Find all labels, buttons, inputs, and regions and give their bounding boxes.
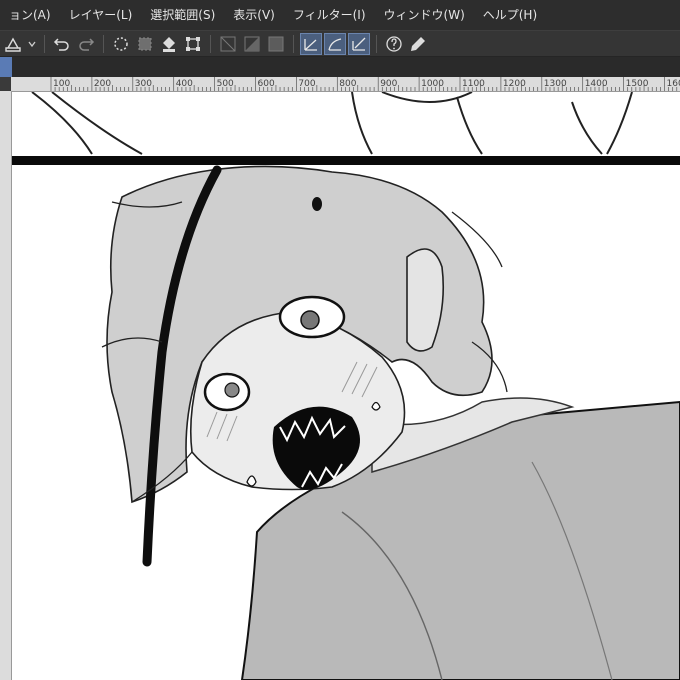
clear-selection-icon[interactable] bbox=[110, 33, 132, 55]
redo-icon[interactable] bbox=[75, 33, 97, 55]
ruler-label: 600 bbox=[258, 79, 275, 89]
upper-panel-art bbox=[31, 92, 633, 155]
ruler-label: 500 bbox=[217, 79, 234, 89]
menu-selection[interactable]: 選択範囲(S) bbox=[141, 0, 224, 30]
ruler-label: 900 bbox=[380, 79, 397, 89]
ruler-label: 700 bbox=[298, 79, 315, 89]
left-pupil bbox=[224, 382, 240, 398]
ruler-label: 400 bbox=[176, 79, 193, 89]
menu-layer[interactable]: レイヤー(L) bbox=[60, 0, 142, 30]
chevron-down-icon[interactable] bbox=[26, 33, 38, 55]
ruler-label: 100 bbox=[53, 79, 70, 89]
panel-border bbox=[12, 156, 680, 165]
menu-view[interactable]: 表示(V) bbox=[224, 0, 284, 30]
ruler-label: 1000 bbox=[421, 79, 444, 89]
right-pupil bbox=[300, 310, 320, 330]
fill-selection-icon[interactable] bbox=[134, 33, 156, 55]
line-icon-dim-2[interactable] bbox=[241, 33, 263, 55]
ruler-label: 1200 bbox=[503, 79, 526, 89]
menu-animation[interactable]: ョン(A) bbox=[0, 0, 60, 30]
transform-icon[interactable] bbox=[182, 33, 204, 55]
vector-icon-2[interactable] bbox=[324, 32, 346, 55]
menu-window[interactable]: ウィンドウ(W) bbox=[375, 0, 474, 30]
toolbar-separator bbox=[376, 34, 377, 53]
help-icon[interactable] bbox=[383, 33, 405, 55]
ruler-corner bbox=[0, 77, 11, 91]
menu-bar: ョン(A) レイヤー(L) 選択範囲(S) 表示(V) フィルター(I) ウィン… bbox=[0, 0, 680, 30]
pen-icon[interactable] bbox=[407, 33, 429, 55]
ruler-label: 160 bbox=[667, 79, 680, 89]
toolbar-separator bbox=[44, 34, 45, 53]
line-icon-dim-3[interactable] bbox=[265, 33, 287, 55]
horizontal-ruler: 100 200 300 400 500 600 700 800 900 1000 1100 1200 1… bbox=[11, 77, 680, 92]
vector-icon-3[interactable] bbox=[348, 32, 370, 55]
fill-icon[interactable] bbox=[158, 33, 180, 55]
ruler-label: 1500 bbox=[626, 79, 649, 89]
line-icon-dim-1[interactable] bbox=[217, 33, 239, 55]
forehead-mark bbox=[312, 197, 322, 211]
drawing-canvas[interactable] bbox=[12, 92, 680, 680]
vector-icon-1[interactable] bbox=[300, 32, 322, 55]
command-bar bbox=[0, 30, 680, 57]
ruler-label: 1300 bbox=[544, 79, 567, 89]
canvas-tab-handle[interactable] bbox=[0, 57, 12, 77]
toolbar-separator bbox=[293, 34, 294, 53]
toolbar-separator bbox=[210, 34, 211, 53]
toolbar-separator bbox=[103, 34, 104, 53]
ruler-label: 200 bbox=[94, 79, 111, 89]
ruler-label: 1400 bbox=[585, 79, 608, 89]
menu-help[interactable]: ヘルプ(H) bbox=[474, 0, 546, 30]
canvas-tab-bar bbox=[0, 57, 680, 77]
menu-filter[interactable]: フィルター(I) bbox=[284, 0, 375, 30]
ruler-label: 1100 bbox=[462, 79, 485, 89]
ruler-label: 800 bbox=[339, 79, 356, 89]
ruler-icon[interactable] bbox=[2, 33, 24, 55]
vertical-ruler bbox=[0, 91, 12, 680]
ruler-label: 300 bbox=[135, 79, 152, 89]
undo-icon[interactable] bbox=[51, 33, 73, 55]
